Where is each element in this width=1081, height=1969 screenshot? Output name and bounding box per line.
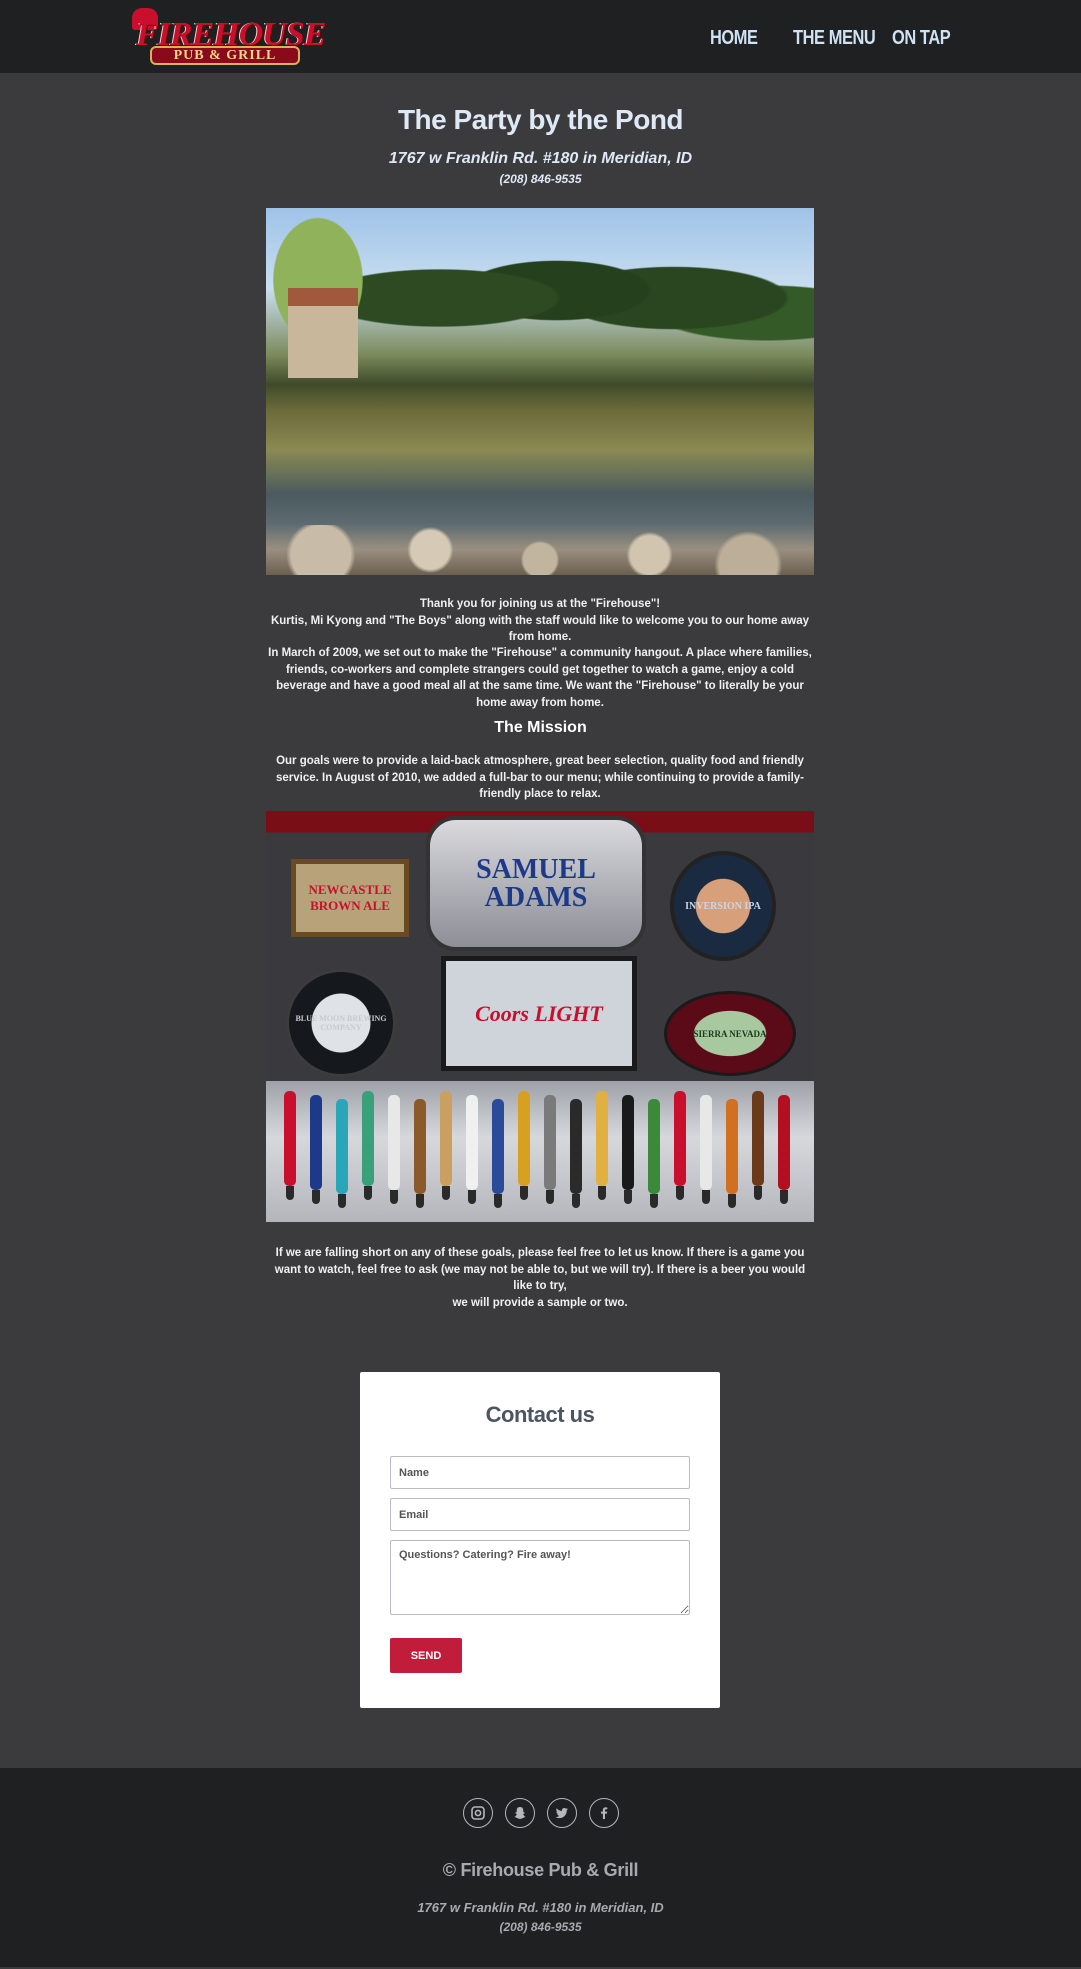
site-footer: © Firehouse Pub & Grill 1767 w Franklin … xyxy=(0,1768,1081,1967)
send-button[interactable]: SEND xyxy=(390,1638,462,1673)
contact-title: Contact us xyxy=(485,1402,595,1427)
tap-handle xyxy=(752,1091,764,1200)
sierra-nevada-sign: SIERRA NEVADA xyxy=(664,991,796,1076)
tap-handle xyxy=(284,1091,296,1200)
mission-title: The Mission xyxy=(494,719,587,736)
pond-house xyxy=(288,288,358,378)
coors-light-sign: Coors LIGHT xyxy=(441,956,637,1071)
pond-photo xyxy=(266,208,814,575)
site-header: FIREHOUSE PUB & GRILL HOME THE MENU ON T… xyxy=(0,0,1081,73)
twitter-icon[interactable] xyxy=(546,1798,577,1828)
main-nav: HOME THE MENU ON TAP xyxy=(710,27,951,50)
trees xyxy=(346,208,814,358)
closing-line-1: If we are falling short on any of these … xyxy=(274,1247,806,1292)
tap-handle xyxy=(440,1091,452,1200)
nav-on-tap[interactable]: ON TAP xyxy=(892,27,951,50)
welcome-text: Thank you for joining us at the "Firehou… xyxy=(266,596,814,646)
tap-handle xyxy=(674,1091,686,1200)
instagram-icon[interactable] xyxy=(462,1798,493,1828)
header-address: 1767 w Franklin Rd. #180 in Meridian, ID xyxy=(388,150,693,167)
samuel-adams-sign: SAMUEL ADAMS xyxy=(426,816,646,951)
tap-handle xyxy=(466,1095,478,1204)
mission-text: Our goals were to provide a laid-back at… xyxy=(275,755,804,800)
welcome-line-2: Kurtis, Mi Kyong and "The Boys" along wi… xyxy=(270,614,810,644)
history-text: In March of 2009, we set out to make the… xyxy=(268,647,812,709)
newcastle-sign: NEWCASTLE BROWN ALE xyxy=(291,859,409,937)
closing-text: If we are falling short on any of these … xyxy=(266,1245,814,1311)
tap-handle xyxy=(700,1095,712,1204)
social-links xyxy=(0,1798,1081,1828)
tap-handle xyxy=(544,1095,556,1204)
tap-handle xyxy=(362,1091,374,1200)
page-title: The Party by the Pond xyxy=(397,104,684,135)
welcome-line-1: Thank you for joining us at the "Firehou… xyxy=(419,598,661,610)
copyright: © Firehouse Pub & Grill xyxy=(442,1860,639,1880)
tap-handle xyxy=(388,1095,400,1204)
footer-phone: (208) 846-9535 xyxy=(499,1920,582,1934)
tap-handle xyxy=(726,1099,738,1208)
logo-text-pub-grill: PUB & GRILL xyxy=(150,46,300,65)
tap-handle xyxy=(778,1095,790,1204)
beer-wall-photo: SAMUEL ADAMS NEWCASTLE BROWN ALE INVERSI… xyxy=(266,811,814,1222)
inversion-sign: INVERSION IPA xyxy=(670,851,776,961)
footer-address: 1767 w Franklin Rd. #180 in Meridian, ID xyxy=(417,1900,664,1915)
tap-handle xyxy=(622,1095,634,1204)
shore-rocks xyxy=(266,525,814,575)
tap-handle xyxy=(414,1099,426,1208)
contact-form: Contact us SEND xyxy=(360,1372,720,1708)
nav-home[interactable]: HOME xyxy=(710,27,758,50)
header-phone: (208) 846-9535 xyxy=(499,172,582,186)
facebook-icon[interactable] xyxy=(588,1798,619,1828)
tap-handle xyxy=(648,1099,660,1208)
blue-moon-sign: BLUE MOON BREWING COMPANY xyxy=(286,969,396,1077)
tap-handle xyxy=(570,1099,582,1208)
closing-line-2: we will provide a sample or two. xyxy=(452,1296,628,1309)
nav-the-menu[interactable]: THE MENU xyxy=(793,27,876,50)
message-field[interactable] xyxy=(390,1540,690,1615)
email-field[interactable] xyxy=(390,1498,690,1531)
tap-handle xyxy=(596,1091,608,1200)
name-field[interactable] xyxy=(390,1456,690,1489)
tap-handle xyxy=(310,1095,322,1204)
tap-handle xyxy=(492,1099,504,1208)
tap-handle xyxy=(518,1091,530,1200)
snapchat-icon[interactable] xyxy=(504,1798,535,1828)
site-logo[interactable]: FIREHOUSE PUB & GRILL xyxy=(128,6,326,68)
tap-handle xyxy=(336,1099,348,1208)
